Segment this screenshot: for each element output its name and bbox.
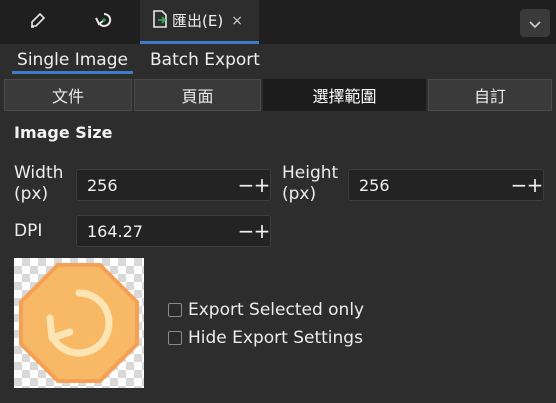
- export-document-icon: [152, 9, 168, 32]
- height-label: Height (px): [282, 163, 339, 204]
- chevron-down-icon: [529, 14, 541, 33]
- image-size-heading: Image Size: [14, 123, 113, 142]
- tab-export[interactable]: 匯出(E) ×: [140, 0, 259, 44]
- tab-edit[interactable]: [12, 0, 64, 44]
- dpi-field[interactable]: 164.27 − +: [76, 215, 271, 247]
- width-label: Width (px): [14, 163, 64, 204]
- export-selected-checkbox[interactable]: [168, 303, 182, 317]
- export-mode-tabs: Single Image Batch Export: [0, 44, 556, 76]
- export-scope-segments: 文件 頁面 選擇範圍 自訂: [4, 79, 552, 111]
- pen-edit-icon: [28, 10, 48, 34]
- height-increment-button[interactable]: +: [527, 171, 544, 199]
- segment-selection[interactable]: 選擇範圍: [263, 79, 426, 111]
- dpi-increment-button[interactable]: +: [254, 217, 271, 245]
- export-preview-image: [14, 258, 144, 388]
- width-field[interactable]: 256 − +: [76, 169, 271, 201]
- hide-settings-label: Hide Export Settings: [188, 328, 363, 348]
- export-selected-option[interactable]: Export Selected only: [168, 300, 364, 320]
- segment-page[interactable]: 頁面: [134, 79, 261, 111]
- hide-settings-checkbox[interactable]: [168, 331, 182, 345]
- segment-custom[interactable]: 自訂: [428, 79, 552, 111]
- height-field[interactable]: 256 − +: [348, 169, 544, 201]
- dpi-decrement-button[interactable]: −: [238, 217, 255, 245]
- segment-document[interactable]: 文件: [4, 79, 132, 111]
- orange-octagon-reload-icon: [19, 263, 139, 383]
- height-decrement-button[interactable]: −: [511, 171, 528, 199]
- tab-export-label: 匯出(E): [172, 12, 224, 30]
- width-decrement-button[interactable]: −: [238, 171, 255, 199]
- hide-settings-option[interactable]: Hide Export Settings: [168, 328, 363, 348]
- close-icon[interactable]: ×: [231, 13, 243, 29]
- dock-menu-button[interactable]: [520, 9, 550, 37]
- width-increment-button[interactable]: +: [254, 171, 271, 199]
- export-selected-label: Export Selected only: [188, 300, 365, 320]
- tab-history[interactable]: [78, 0, 130, 44]
- tab-single-image[interactable]: Single Image: [12, 48, 133, 74]
- tab-batch-export[interactable]: Batch Export: [150, 48, 260, 74]
- height-value[interactable]: 256: [349, 176, 511, 195]
- dpi-value[interactable]: 164.27: [77, 222, 238, 241]
- reload-icon: [94, 10, 114, 34]
- dock-tab-bar: 匯出(E) ×: [0, 0, 556, 44]
- dpi-label: DPI: [14, 221, 43, 241]
- width-value[interactable]: 256: [77, 176, 238, 195]
